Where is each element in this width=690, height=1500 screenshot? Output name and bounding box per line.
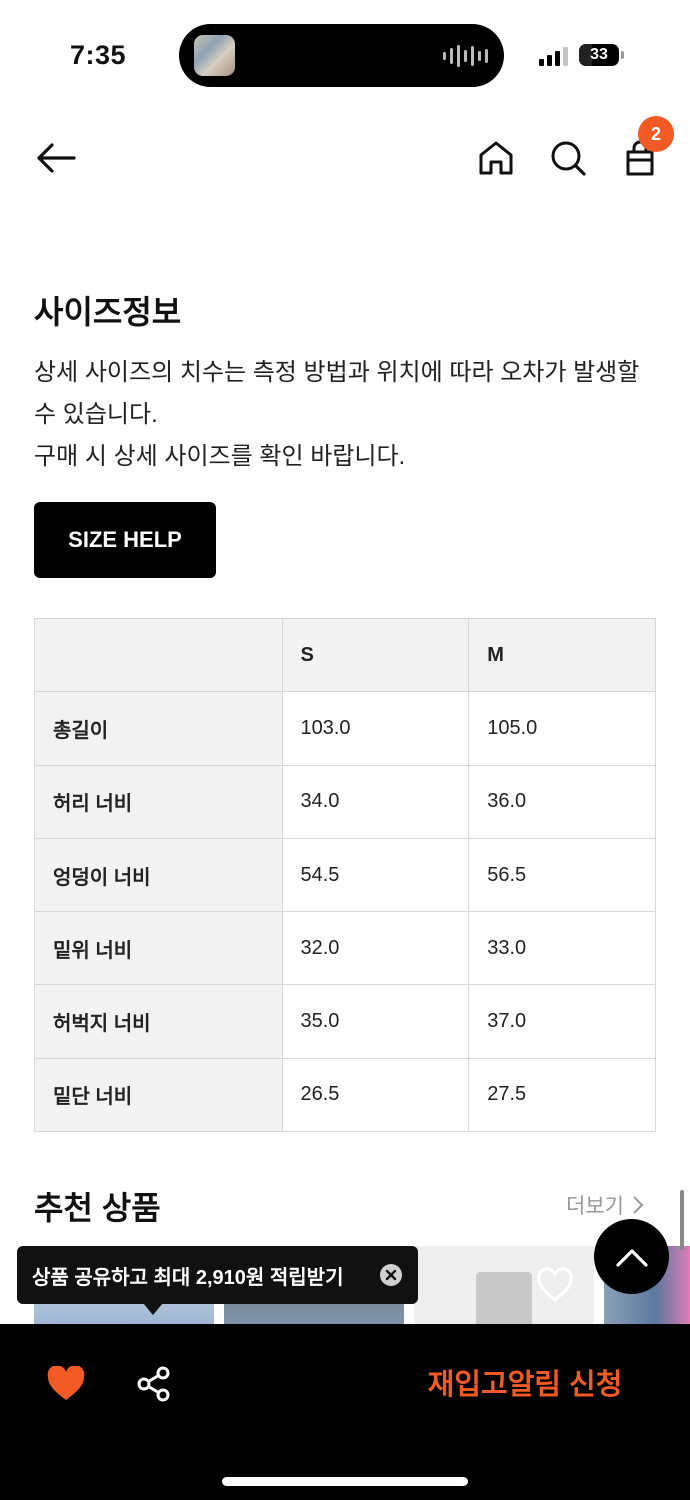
back-arrow-icon xyxy=(37,143,76,173)
size-row-label: 밑위 너비 xyxy=(34,911,283,986)
size-table: S M 총길이 103.0 105.0 허리 너비 34.0 36.0 엉덩이 … xyxy=(34,617,656,1133)
size-row-value-m: 36.0 xyxy=(468,764,656,839)
bottom-action-bar xyxy=(0,1324,690,1500)
more-link[interactable]: 더보기 xyxy=(566,1190,644,1220)
size-row-label: 엉덩이 너비 xyxy=(34,837,283,913)
wishlist-button[interactable] xyxy=(535,1265,575,1305)
table-row: 허벅지 너비 35.0 37.0 xyxy=(34,984,656,1059)
chevron-up-icon xyxy=(615,1248,648,1267)
size-table-header-s: S xyxy=(281,617,470,693)
table-row: 총길이 103.0 105.0 xyxy=(34,691,656,766)
dynamic-island[interactable] xyxy=(179,24,504,87)
size-row-label: 허벅지 너비 xyxy=(34,984,283,1059)
restock-alert-button[interactable]: 재입고알림 신청 xyxy=(420,1360,630,1410)
battery-cap xyxy=(621,51,624,59)
tooltip-close-button[interactable] xyxy=(380,1264,402,1286)
now-playing-thumbnail xyxy=(194,35,235,76)
size-row-value-m: 56.5 xyxy=(468,837,656,913)
size-row-value-s: 35.0 xyxy=(281,984,470,1059)
size-row-value-m: 33.0 xyxy=(468,911,656,986)
size-row-value-s: 32.0 xyxy=(281,911,470,986)
table-row: 허리 너비 34.0 36.0 xyxy=(34,764,656,839)
size-row-value-m: 37.0 xyxy=(468,984,656,1059)
size-row-value-s: 103.0 xyxy=(281,691,470,766)
size-info-title: 사이즈정보 xyxy=(34,294,182,330)
status-bar: 7:35 33 xyxy=(0,0,690,110)
home-button[interactable] xyxy=(472,134,520,182)
back-button[interactable] xyxy=(32,134,80,182)
size-table-header-row: S M xyxy=(34,617,656,693)
table-row: 밑위 너비 32.0 33.0 xyxy=(34,911,656,986)
table-row: 밑단 너비 26.5 27.5 xyxy=(34,1057,656,1133)
size-table-header-m: M xyxy=(468,617,656,693)
search-button[interactable] xyxy=(544,134,592,182)
top-nav-bar xyxy=(0,118,690,198)
status-time: 7:35 xyxy=(70,40,127,70)
share-reward-tooltip: 상품 공유하고 최대 2,910원 적립받기 xyxy=(17,1246,418,1304)
share-icon xyxy=(137,1366,170,1402)
size-info-description-line1: 상세 사이즈의 치수는 측정 방법과 위치에 따라 오차가 발생할 수 있습니다… xyxy=(34,359,640,428)
cellular-signal-icon xyxy=(539,44,568,66)
home-icon xyxy=(479,141,513,175)
heart-outline-icon xyxy=(537,1267,573,1302)
chevron-right-icon xyxy=(633,1196,644,1214)
size-row-value-m: 27.5 xyxy=(468,1057,656,1133)
share-button[interactable] xyxy=(134,1364,174,1404)
scrollbar[interactable] xyxy=(680,1190,684,1250)
size-info-description: 상세 사이즈의 치수는 측정 방법과 위치에 따라 오차가 발생할 수 있습니다… xyxy=(34,352,659,478)
recommended-title: 추천 상품 xyxy=(34,1190,161,1226)
size-info-description-line2: 구매 시 상세 사이즈를 확인 바랍니다. xyxy=(34,443,406,470)
size-row-label: 허리 너비 xyxy=(34,764,283,839)
home-indicator[interactable] xyxy=(222,1477,468,1486)
tooltip-arrow xyxy=(143,1303,163,1315)
size-row-value-s: 54.5 xyxy=(281,837,470,913)
tooltip-text: 상품 공유하고 최대 2,910원 적립받기 xyxy=(32,1266,344,1289)
cart-count-badge: 2 xyxy=(638,116,674,152)
size-help-button[interactable]: SIZE HELP xyxy=(34,502,216,578)
more-link-label: 더보기 xyxy=(566,1195,624,1218)
like-button[interactable] xyxy=(45,1364,87,1404)
table-row: 엉덩이 너비 54.5 56.5 xyxy=(34,837,656,913)
size-row-label: 밑단 너비 xyxy=(34,1057,283,1133)
heart-filled-icon xyxy=(47,1366,85,1400)
size-row-value-m: 105.0 xyxy=(468,691,656,766)
battery-percentage: 33 xyxy=(590,46,608,63)
size-row-value-s: 26.5 xyxy=(281,1057,470,1133)
audio-waveform-icon xyxy=(443,44,488,68)
size-row-label: 총길이 xyxy=(34,691,283,766)
size-row-value-s: 34.0 xyxy=(281,764,470,839)
battery-icon: 33 xyxy=(579,44,619,66)
product-image xyxy=(476,1272,532,1326)
search-icon xyxy=(551,141,586,176)
close-icon xyxy=(385,1269,397,1281)
size-table-header-label xyxy=(34,617,283,693)
scroll-to-top-button[interactable] xyxy=(594,1219,669,1294)
